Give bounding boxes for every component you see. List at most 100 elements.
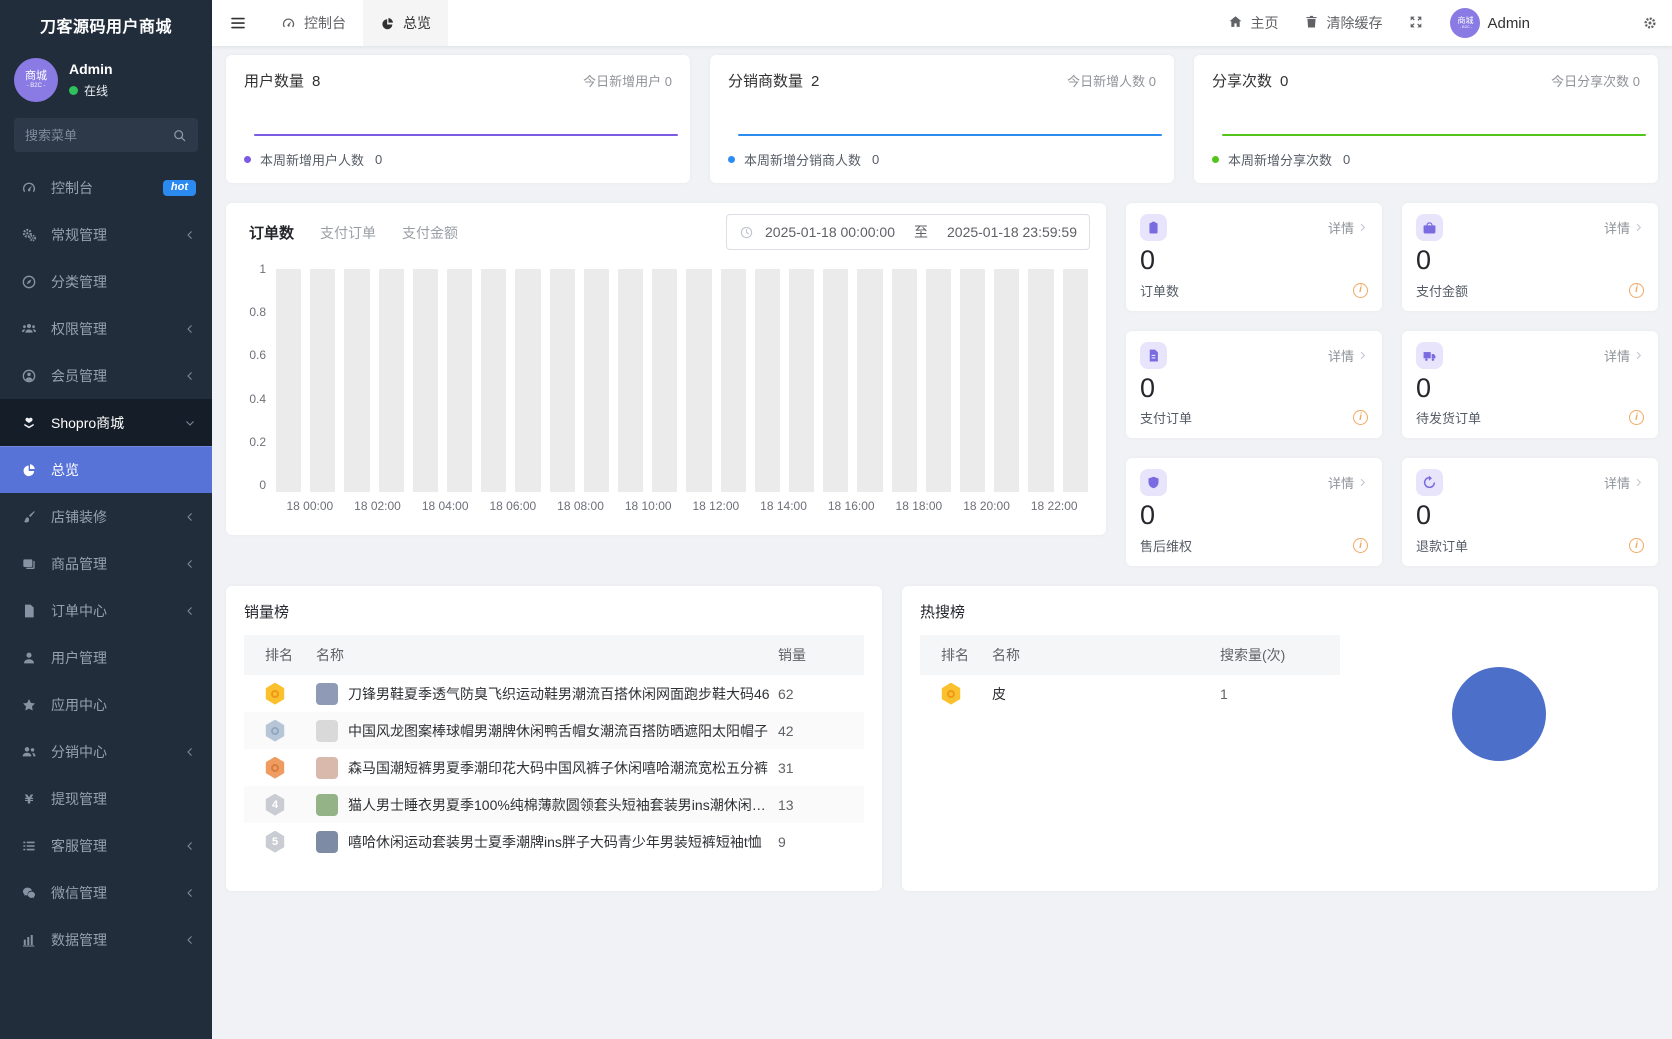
mini-card-value: 0 bbox=[1140, 245, 1156, 275]
order-chart-tab-3[interactable]: 支付金额 bbox=[402, 223, 458, 243]
sidebar-item-label: 店铺装修 bbox=[51, 508, 107, 525]
stat-card-value: 8 bbox=[312, 73, 321, 90]
chart-bar bbox=[310, 268, 336, 492]
mini-cards-grid: 详情 0 订单数 i 详情 0 支付金额 i 详情 0 支付订单 i 详情 0 bbox=[1126, 203, 1658, 567]
home-icon bbox=[1228, 14, 1243, 32]
brand-title: 刀客源码用户商城 bbox=[39, 19, 172, 36]
stat-card-value: 0 bbox=[1280, 73, 1289, 90]
order-chart-header: 订单数 支付订单 支付金额 2025-01-18 00:00:00 至 2025-0… bbox=[226, 203, 1106, 256]
hot-search-table: 排名 名称 搜索量(次) 皮 1 bbox=[920, 635, 1340, 761]
sidebar-item-data[interactable]: 数据管理 bbox=[0, 916, 212, 963]
info-icon[interactable]: i bbox=[1353, 410, 1368, 426]
info-icon[interactable]: i bbox=[1629, 282, 1644, 298]
sidebar-item-member[interactable]: 会员管理 bbox=[0, 352, 212, 399]
mini-card-label: 支付订单 bbox=[1140, 411, 1193, 427]
settings-gear-icon[interactable] bbox=[1642, 15, 1658, 31]
mini-card-aftersale: 详情 0 售后维权 i bbox=[1126, 458, 1382, 567]
mini-card-value: 0 bbox=[1416, 245, 1432, 275]
menu-search-input[interactable] bbox=[25, 127, 172, 143]
sales-rank-table: 排名 名称 销量 刀锋男鞋夏季透气防臭飞织运动鞋男潮流百搭休闲网面跑步鞋大码46 6… bbox=[244, 635, 864, 860]
chart-bar bbox=[481, 268, 507, 492]
detail-link[interactable]: 详情 bbox=[1328, 473, 1368, 492]
sidebar-item-category[interactable]: 分类管理 bbox=[0, 258, 212, 305]
sidebar-item-goods[interactable]: 商品管理 bbox=[0, 540, 212, 587]
sidebar-item-app[interactable]: 应用中心 bbox=[0, 681, 212, 728]
order-chart-plot: 18 00:00 18 02:00 18 04:00 18 06:00 18 08:00… bbox=[276, 262, 1088, 535]
sidebar-item-auth[interactable]: 权限管理 bbox=[0, 305, 212, 352]
mid-row: 订单数 支付订单 支付金额 2025-01-18 00:00:00 至 2025-0… bbox=[226, 203, 1658, 567]
sidebar-item-general[interactable]: 常规管理 bbox=[0, 211, 212, 258]
stat-card-today: 今日新增人数 0 bbox=[1067, 74, 1156, 89]
sidebar: 刀客源码用户商城 商城 - B2C - Admin 在线 控制台 hot 常规管理分… bbox=[0, 0, 212, 1039]
column-header: 排名 bbox=[941, 647, 969, 664]
sidebar-item-label: Shopro商城 bbox=[51, 414, 125, 431]
sidebar-item-shopro[interactable]: Shopro商城 bbox=[0, 399, 212, 446]
info-icon[interactable]: i bbox=[1629, 410, 1644, 426]
date-start-input[interactable]: 2025-01-18 00:00:00 bbox=[765, 224, 895, 240]
sidebar-item-user[interactable]: 用户管理 bbox=[0, 634, 212, 681]
hot-search-row: 皮 1 bbox=[920, 675, 1340, 712]
dashboard-icon bbox=[20, 180, 38, 196]
avatar[interactable]: 商城 - B2C - bbox=[14, 58, 58, 102]
stat-card-today: 今日分享次数 0 bbox=[1551, 74, 1640, 89]
clear-cache-button[interactable]: 清除缓存 bbox=[1304, 13, 1382, 33]
chart-bar bbox=[549, 268, 575, 492]
sales-rank-card: 销量榜 排名 名称 销量 刀锋男鞋夏季透气防臭飞织运动鞋男潮流百搭休闲网面跑步鞋大码… bbox=[226, 586, 882, 892]
mini-card-label: 支付金额 bbox=[1416, 283, 1469, 299]
order-chart-tab-2[interactable]: 支付订单 bbox=[320, 223, 376, 243]
stat-card-shares: 分享次数 0 今日分享次数 0 本周新增分享次数 0 bbox=[1194, 55, 1658, 183]
nav-tab-console[interactable]: 控制台 bbox=[264, 0, 363, 46]
chart-bar bbox=[583, 268, 610, 492]
chart-bar bbox=[823, 268, 849, 492]
column-header: 名称 bbox=[316, 647, 344, 664]
info-icon[interactable]: i bbox=[1353, 282, 1368, 298]
sidebar-item-withdraw[interactable]: ¥ 提现管理 bbox=[0, 775, 212, 822]
chevron-left-icon bbox=[184, 746, 196, 758]
sidebar-item-order[interactable]: 订单中心 bbox=[0, 587, 212, 634]
chevron-left-icon bbox=[184, 229, 196, 241]
order-chart-tab-1[interactable]: 订单数 bbox=[249, 222, 294, 243]
chart-bar bbox=[994, 268, 1020, 492]
keyword: 皮 bbox=[992, 685, 1006, 702]
detail-link[interactable]: 详情 bbox=[1604, 346, 1644, 365]
gears-icon bbox=[20, 227, 38, 243]
home-button[interactable]: 主页 bbox=[1228, 13, 1278, 33]
date-end-input[interactable]: 2025-01-18 23:59:59 bbox=[947, 224, 1077, 240]
sidebar-item-service[interactable]: 客服管理 bbox=[0, 822, 212, 869]
nav-tab-label: 总览 bbox=[403, 15, 431, 31]
sidebar-item-label: 商品管理 bbox=[51, 555, 107, 572]
hot-search-donut-chart bbox=[1452, 667, 1546, 762]
sidebar-item-decorate[interactable]: 店铺装修 bbox=[0, 493, 212, 540]
detail-link[interactable]: 详情 bbox=[1328, 218, 1368, 237]
admin-menu[interactable]: 商城 - B2C - Admin bbox=[1450, 8, 1530, 38]
chart-bar bbox=[378, 268, 404, 492]
product-thumbnail bbox=[316, 756, 338, 779]
detail-link[interactable]: 详情 bbox=[1604, 218, 1644, 237]
search-icon[interactable] bbox=[172, 128, 187, 143]
detail-link[interactable]: 详情 bbox=[1328, 346, 1368, 365]
sidebar-item-overview[interactable]: 总览 bbox=[0, 446, 212, 493]
hot-table-body: 皮 1 bbox=[920, 675, 1340, 712]
date-range-picker[interactable]: 2025-01-18 00:00:00 至 2025-01-18 23:59:5… bbox=[726, 214, 1090, 250]
fullscreen-button[interactable] bbox=[1408, 14, 1424, 33]
info-icon[interactable]: i bbox=[1629, 538, 1644, 554]
info-icon[interactable]: i bbox=[1353, 538, 1368, 554]
sidebar-item-console[interactable]: 控制台 hot bbox=[0, 164, 212, 211]
sidebar-item-commission[interactable]: 分销中心 bbox=[0, 728, 212, 775]
detail-label: 详情 bbox=[1327, 348, 1354, 364]
sidebar-item-wechat[interactable]: 微信管理 bbox=[0, 869, 212, 916]
user-status: 在线 bbox=[69, 82, 113, 99]
stat-card-footer: 本周新增分销商人数 0 bbox=[710, 136, 1174, 169]
chevron-left-icon bbox=[184, 558, 196, 570]
avatar: 商城 - B2C - bbox=[1450, 8, 1481, 38]
user-meta: Admin 在线 bbox=[69, 61, 113, 99]
chevron-left-icon bbox=[184, 370, 196, 382]
order-chart-x-axis: 18 00:00 18 02:00 18 04:00 18 06:00 18 08:00… bbox=[276, 499, 1088, 513]
menu-toggle-icon[interactable] bbox=[212, 14, 264, 32]
detail-link[interactable]: 详情 bbox=[1604, 473, 1644, 492]
nav-tab-overview[interactable]: 总览 bbox=[363, 0, 448, 46]
chart-bar bbox=[720, 268, 746, 492]
sidebar-item-label: 分类管理 bbox=[51, 273, 107, 290]
sales-rank-row: 4 猫人男士睡衣男夏季100%纯棉薄款圆领套头短袖套装男ins潮休闲运动... … bbox=[244, 786, 864, 824]
x-tick-label: 18 10:00 bbox=[624, 499, 672, 513]
